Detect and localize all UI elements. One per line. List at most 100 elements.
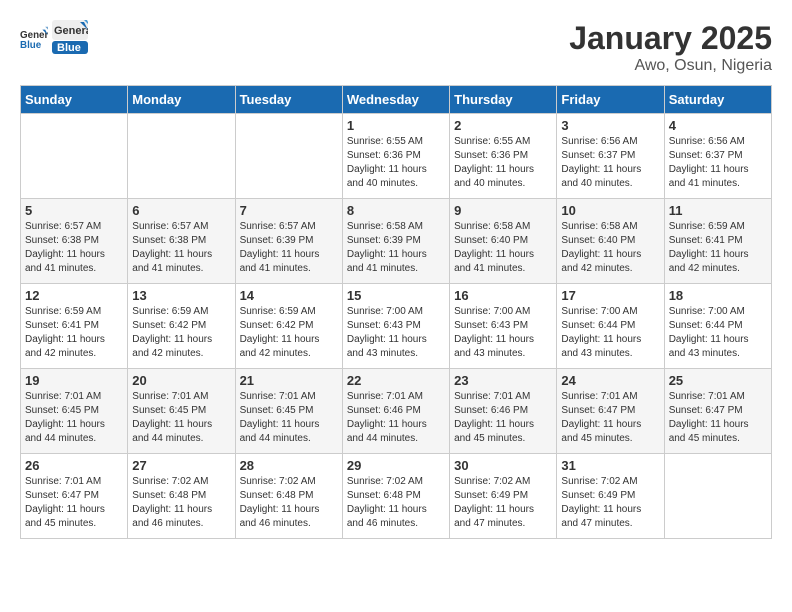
calendar-subtitle: Awo, Osun, Nigeria [569,57,772,75]
day-number: 25 [669,373,767,388]
week-row-1: 1Sunrise: 6:55 AM Sunset: 6:36 PM Daylig… [21,114,772,199]
day-info: Sunrise: 6:56 AM Sunset: 6:37 PM Dayligh… [669,135,767,191]
day-number: 21 [240,373,338,388]
day-info: Sunrise: 6:58 AM Sunset: 6:39 PM Dayligh… [347,220,445,276]
calendar-cell: 14 Sunrise: 6:59 AM Sunset: 6:42 PM Dayli… [235,284,342,369]
calendar-cell: 21 Sunrise: 7:01 AM Sunset: 6:45 PM Dayli… [235,369,342,454]
day-info: Sunrise: 7:01 AM Sunset: 6:47 PM Dayligh… [25,475,123,531]
day-number: 27 [132,458,230,473]
day-info: Sunrise: 7:02 AM Sunset: 6:49 PM Dayligh… [561,475,659,531]
day-info: Sunrise: 7:02 AM Sunset: 6:48 PM Dayligh… [240,475,338,531]
calendar-cell: 9Sunrise: 6:58 AM Sunset: 6:40 PM Daylig… [450,199,557,284]
day-number: 31 [561,458,659,473]
calendar-cell: 18 Sunrise: 7:00 AM Sunset: 6:44 PM Dayli… [664,284,771,369]
day-number: 22 [347,373,445,388]
calendar-cell: 27 Sunrise: 7:02 AM Sunset: 6:48 PM Dayli… [128,454,235,539]
calendar-cell: 12Sunrise: 6:59 AM Sunset: 6:41 PM Dayli… [21,284,128,369]
calendar-cell: 28 Sunrise: 7:02 AM Sunset: 6:48 PM Dayli… [235,454,342,539]
svg-text:Blue: Blue [57,42,81,54]
day-info: Sunrise: 7:01 AM Sunset: 6:45 PM Dayligh… [132,390,230,446]
day-info: Sunrise: 6:56 AM Sunset: 6:37 PM Dayligh… [561,135,659,191]
calendar-cell: 19 Sunrise: 7:01 AM Sunset: 6:45 PM Dayli… [21,369,128,454]
calendar-cell: 25 Sunrise: 7:01 AM Sunset: 6:47 PM Dayli… [664,369,771,454]
column-header-thursday: Thursday [450,86,557,114]
calendar-cell: 17 Sunrise: 7:00 AM Sunset: 6:44 PM Dayli… [557,284,664,369]
day-number: 29 [347,458,445,473]
day-info: Sunrise: 6:57 AM Sunset: 6:38 PM Dayligh… [132,220,230,276]
week-row-3: 12Sunrise: 6:59 AM Sunset: 6:41 PM Dayli… [21,284,772,369]
day-info: Sunrise: 6:57 AM Sunset: 6:39 PM Dayligh… [240,220,338,276]
day-info: Sunrise: 7:00 AM Sunset: 6:43 PM Dayligh… [454,305,552,361]
calendar-cell: 6 Sunrise: 6:57 AM Sunset: 6:38 PM Daylig… [128,199,235,284]
calendar-cell: 3 Sunrise: 6:56 AM Sunset: 6:37 PM Daylig… [557,114,664,199]
calendar-cell: 16 Sunrise: 7:00 AM Sunset: 6:43 PM Dayli… [450,284,557,369]
calendar-cell [128,114,235,199]
calendar-title: January 2025 [569,20,772,57]
day-number: 14 [240,288,338,303]
day-number: 15 [347,288,445,303]
day-info: Sunrise: 6:59 AM Sunset: 6:42 PM Dayligh… [240,305,338,361]
day-info: Sunrise: 7:01 AM Sunset: 6:45 PM Dayligh… [240,390,338,446]
day-number: 30 [454,458,552,473]
day-number: 8 [347,203,445,218]
day-number: 3 [561,118,659,133]
calendar-cell [235,114,342,199]
day-number: 16 [454,288,552,303]
day-info: Sunrise: 6:58 AM Sunset: 6:40 PM Dayligh… [561,220,659,276]
calendar-cell: 30 Sunrise: 7:02 AM Sunset: 6:49 PM Dayli… [450,454,557,539]
calendar-cell: 31 Sunrise: 7:02 AM Sunset: 6:49 PM Dayli… [557,454,664,539]
day-info: Sunrise: 6:59 AM Sunset: 6:41 PM Dayligh… [25,305,123,361]
day-info: Sunrise: 7:01 AM Sunset: 6:47 PM Dayligh… [669,390,767,446]
calendar-cell: 11Sunrise: 6:59 AM Sunset: 6:41 PM Dayli… [664,199,771,284]
column-header-tuesday: Tuesday [235,86,342,114]
day-number: 6 [132,203,230,218]
calendar-cell: 20Sunrise: 7:01 AM Sunset: 6:45 PM Dayli… [128,369,235,454]
day-number: 18 [669,288,767,303]
day-number: 11 [669,203,767,218]
day-info: Sunrise: 7:02 AM Sunset: 6:49 PM Dayligh… [454,475,552,531]
day-info: Sunrise: 7:01 AM Sunset: 6:46 PM Dayligh… [454,390,552,446]
calendar-cell: 7Sunrise: 6:57 AM Sunset: 6:39 PM Daylig… [235,199,342,284]
day-info: Sunrise: 7:00 AM Sunset: 6:44 PM Dayligh… [669,305,767,361]
day-info: Sunrise: 7:00 AM Sunset: 6:44 PM Dayligh… [561,305,659,361]
day-info: Sunrise: 7:02 AM Sunset: 6:48 PM Dayligh… [347,475,445,531]
calendar-cell: 13 Sunrise: 6:59 AM Sunset: 6:42 PM Dayli… [128,284,235,369]
column-header-monday: Monday [128,86,235,114]
day-info: Sunrise: 7:02 AM Sunset: 6:48 PM Dayligh… [132,475,230,531]
calendar-cell: 8 Sunrise: 6:58 AM Sunset: 6:39 PM Daylig… [342,199,449,284]
calendar-cell: 26Sunrise: 7:01 AM Sunset: 6:47 PM Dayli… [21,454,128,539]
day-info: Sunrise: 6:59 AM Sunset: 6:42 PM Dayligh… [132,305,230,361]
day-info: Sunrise: 6:55 AM Sunset: 6:36 PM Dayligh… [454,135,552,191]
svg-text:General: General [54,25,88,37]
day-info: Sunrise: 7:01 AM Sunset: 6:47 PM Dayligh… [561,390,659,446]
calendar-cell: 10 Sunrise: 6:58 AM Sunset: 6:40 PM Dayli… [557,199,664,284]
day-info: Sunrise: 7:00 AM Sunset: 6:43 PM Dayligh… [347,305,445,361]
logo: General Blue General Blue [20,20,88,56]
calendar-cell: 29 Sunrise: 7:02 AM Sunset: 6:48 PM Dayli… [342,454,449,539]
logo-icon: General Blue [20,24,48,52]
day-number: 19 [25,373,123,388]
week-row-5: 26Sunrise: 7:01 AM Sunset: 6:47 PM Dayli… [21,454,772,539]
calendar-cell: 1Sunrise: 6:55 AM Sunset: 6:36 PM Daylig… [342,114,449,199]
day-number: 5 [25,203,123,218]
calendar-cell [664,454,771,539]
day-number: 28 [240,458,338,473]
column-header-saturday: Saturday [664,86,771,114]
day-number: 13 [132,288,230,303]
calendar-cell: 4Sunrise: 6:56 AM Sunset: 6:37 PM Daylig… [664,114,771,199]
calendar-cell: 15 Sunrise: 7:00 AM Sunset: 6:43 PM Dayli… [342,284,449,369]
calendar-cell: 2Sunrise: 6:55 AM Sunset: 6:36 PM Daylig… [450,114,557,199]
calendar-cell: 5 Sunrise: 6:57 AM Sunset: 6:38 PM Daylig… [21,199,128,284]
day-info: Sunrise: 7:01 AM Sunset: 6:46 PM Dayligh… [347,390,445,446]
column-header-wednesday: Wednesday [342,86,449,114]
day-info: Sunrise: 6:58 AM Sunset: 6:40 PM Dayligh… [454,220,552,276]
day-info: Sunrise: 7:01 AM Sunset: 6:45 PM Dayligh… [25,390,123,446]
page-header: General Blue General Blue January 2025 A… [20,20,772,75]
calendar-cell: 22 Sunrise: 7:01 AM Sunset: 6:46 PM Dayli… [342,369,449,454]
title-section: January 2025 Awo, Osun, Nigeria [569,20,772,75]
calendar-table: SundayMondayTuesdayWednesdayThursdayFrid… [20,85,772,539]
day-info: Sunrise: 6:57 AM Sunset: 6:38 PM Dayligh… [25,220,123,276]
day-number: 10 [561,203,659,218]
day-info: Sunrise: 6:55 AM Sunset: 6:36 PM Dayligh… [347,135,445,191]
day-number: 17 [561,288,659,303]
